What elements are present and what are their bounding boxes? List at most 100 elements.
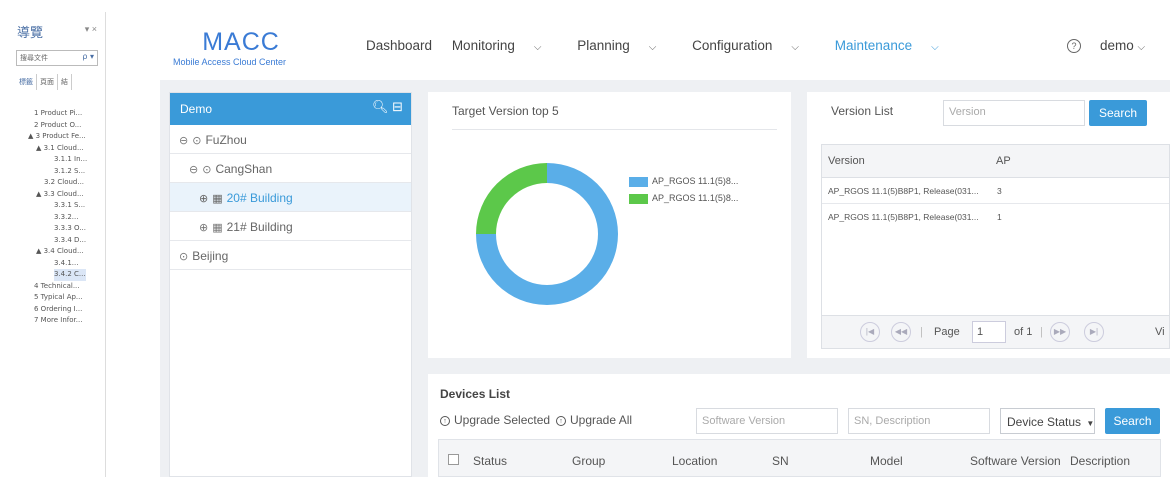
select-all-checkbox[interactable]: [448, 454, 459, 465]
next-page-button[interactable]: ▶▶: [1050, 322, 1070, 342]
nav-tree-item-selected[interactable]: 3.4.2 C...: [54, 269, 86, 281]
version-search-input[interactable]: Version: [943, 100, 1085, 126]
nav-tree-item[interactable]: 6 Ordering I...: [14, 304, 102, 316]
donut-slice[interactable]: [476, 163, 547, 234]
column-version[interactable]: Version: [828, 155, 865, 167]
user-name: demo: [1100, 38, 1134, 53]
nav-tree-item[interactable]: 7 More Infor...: [14, 315, 102, 327]
column-software-version[interactable]: Software Version: [970, 454, 1061, 468]
nav-tree-item[interactable]: ▲ 3.3 Cloud...: [14, 189, 102, 201]
tree-node-label: 21# Building: [226, 220, 293, 234]
table-row[interactable]: AP_RGOS 11.1(5)B8P1, Release(031... 3: [822, 178, 1169, 204]
software-version-input[interactable]: Software Version: [696, 408, 838, 434]
expand-icon[interactable]: ⊕: [199, 222, 208, 234]
nav-tree-item[interactable]: 3.3.3 O...: [14, 223, 102, 235]
nav-tree-item[interactable]: 3.4.1...: [14, 258, 102, 270]
sn-description-input[interactable]: SN, Description: [848, 408, 990, 434]
nav-tree-item[interactable]: 1 Product Pi...: [14, 108, 102, 120]
nav-maintenance[interactable]: Maintenance ⌵: [835, 38, 955, 53]
nav-tree: 1 Product Pi... 2 Product O... ▲ 3 Produ…: [14, 108, 102, 327]
nav-search-input[interactable]: 搜尋文件 ρ ▾: [16, 50, 98, 66]
tab-results[interactable]: 結: [58, 74, 72, 90]
help-navigation-pane: 導覽 ▾ × 搜尋文件 ρ ▾ 標籤 頁面結 1 Product Pi... 2 …: [8, 12, 106, 477]
devices-search-button[interactable]: Search: [1105, 408, 1160, 434]
nav-planning[interactable]: Planning ⌵: [577, 38, 672, 53]
user-menu[interactable]: demo ⌵: [1100, 38, 1145, 53]
nav-tree-item[interactable]: 3.3.2...: [14, 212, 102, 224]
collapse-icon[interactable]: ⊖: [179, 135, 188, 147]
search-icon[interactable]: 🔍︎: [372, 99, 389, 114]
nav-tree-item[interactable]: 3.3.4 D...: [14, 235, 102, 247]
cell-version: AP_RGOS 11.1(5)B8P1, Release(031...: [828, 186, 979, 196]
first-page-button[interactable]: |◀: [860, 322, 880, 342]
chevron-down-icon: ⌵: [791, 42, 800, 53]
table-header: Version AP: [822, 145, 1169, 178]
devices-list-panel: Devices List ↑ Upgrade Selected ↑ Upgrade …: [428, 374, 1170, 477]
page-number-input[interactable]: 1: [972, 321, 1006, 343]
tree-node-fuzhou[interactable]: ⊖ ⊙ FuZhou: [170, 125, 411, 154]
tree-node-20-building[interactable]: ⊕ ▦ 20# Building: [170, 183, 411, 212]
legend-item[interactable]: AP_RGOS 11.1(5)8...: [629, 176, 738, 193]
logo-subtitle: Mobile Access Cloud Center: [173, 57, 287, 67]
tree-node-cangshan[interactable]: ⊖ ⊙ CangShan: [170, 154, 411, 183]
page-total: of 1: [1014, 326, 1033, 338]
pager-separator: |: [920, 326, 923, 338]
upgrade-icon: ↑: [440, 415, 450, 426]
version-search-button[interactable]: Search: [1089, 100, 1147, 126]
cell-version: AP_RGOS 11.1(5)B8P1, Release(031...: [828, 212, 979, 222]
collapse-icon[interactable]: ⊖: [189, 164, 198, 176]
nav-tree-item[interactable]: 4 Technical...: [14, 281, 102, 293]
tab-pages[interactable]: 頁面: [37, 74, 58, 90]
tree-node-label: FuZhou: [205, 133, 247, 147]
tree-node-label: CangShan: [215, 162, 273, 176]
column-model[interactable]: Model: [870, 454, 903, 468]
version-list-panel: Version List Version Search Version AP A…: [807, 92, 1170, 358]
nav-tree-item[interactable]: ▲ 3.4 Cloud...: [14, 246, 102, 258]
column-ap[interactable]: AP: [996, 155, 1011, 167]
nav-tree-item[interactable]: 3.3.1 S...: [14, 200, 102, 212]
upgrade-selected-button[interactable]: ↑ Upgrade Selected: [440, 413, 550, 427]
nav-tree-item[interactable]: 3.1.1 In...: [14, 154, 102, 166]
last-page-button[interactable]: ▶|: [1084, 322, 1104, 342]
upgrade-all-button[interactable]: ↑ Upgrade All: [556, 413, 632, 427]
target-version-panel: Target Version top 5 AP_RGOS 11.1(5)8...…: [428, 92, 791, 358]
tree-node-beijing[interactable]: ⊙ Beijing: [170, 241, 411, 270]
donut-chart: [476, 163, 618, 305]
nav-tree-item[interactable]: 3.2 Cloud...: [14, 177, 102, 189]
nav-tree-item[interactable]: ▲ 3.1 Cloud...: [14, 143, 102, 155]
nav-tree-item[interactable]: 5 Typical Ap...: [14, 292, 102, 304]
nav-tree-item[interactable]: 2 Product O...: [14, 120, 102, 132]
nav-configuration[interactable]: Configuration ⌵: [692, 38, 815, 53]
prev-page-button[interactable]: ◀◀: [891, 322, 911, 342]
column-description[interactable]: Description: [1070, 454, 1130, 468]
legend-item[interactable]: AP_RGOS 11.1(5)8...: [629, 193, 738, 210]
table-row[interactable]: AP_RGOS 11.1(5)B8P1, Release(031... 1: [822, 204, 1169, 230]
column-sn[interactable]: SN: [772, 454, 789, 468]
tree-node-21-building[interactable]: ⊕ ▦ 21# Building: [170, 212, 411, 241]
tree-root-label[interactable]: Demo: [180, 102, 212, 116]
nav-search-placeholder: 搜尋文件: [20, 54, 48, 62]
chevron-down-icon: ⌵: [533, 42, 542, 53]
view-label: Vi: [1155, 326, 1165, 338]
tab-bookmarks[interactable]: 標籤: [16, 74, 37, 90]
search-icon[interactable]: ρ ▾: [82, 52, 94, 61]
nav-dashboard[interactable]: Dashboard: [366, 38, 432, 53]
cell-ap: 1: [997, 212, 1002, 222]
nav-tree-item[interactable]: 3.1.2 S...: [14, 166, 102, 178]
column-status[interactable]: Status: [473, 454, 507, 468]
nav-monitoring[interactable]: Monitoring ⌵: [452, 38, 558, 53]
nav-monitoring-label: Monitoring: [451, 38, 515, 53]
help-icon[interactable]: ?: [1067, 39, 1081, 53]
column-group[interactable]: Group: [572, 454, 605, 468]
nav-configuration-label: Configuration: [692, 38, 773, 53]
device-status-select[interactable]: Device Status ▼: [1000, 408, 1095, 434]
nav-pane-controls[interactable]: ▾ ×: [85, 24, 97, 35]
location-tree-panel: Demo 🔍︎ ⊟ ⊖ ⊙ FuZhou ⊖ ⊙ CangShan ⊕ ▦ 20# Buil…: [169, 92, 412, 477]
expand-icon[interactable]: ⊕: [199, 193, 208, 205]
column-location[interactable]: Location: [672, 454, 717, 468]
chevron-down-icon: ⌵: [1137, 42, 1146, 53]
tree-node-label: Beijing: [192, 249, 229, 263]
save-icon[interactable]: ⊟: [392, 99, 403, 114]
macc-logo[interactable]: MACC Mobile Access Cloud Center: [173, 28, 313, 67]
nav-tree-item[interactable]: ▲ 3 Product Fe...: [14, 131, 102, 143]
